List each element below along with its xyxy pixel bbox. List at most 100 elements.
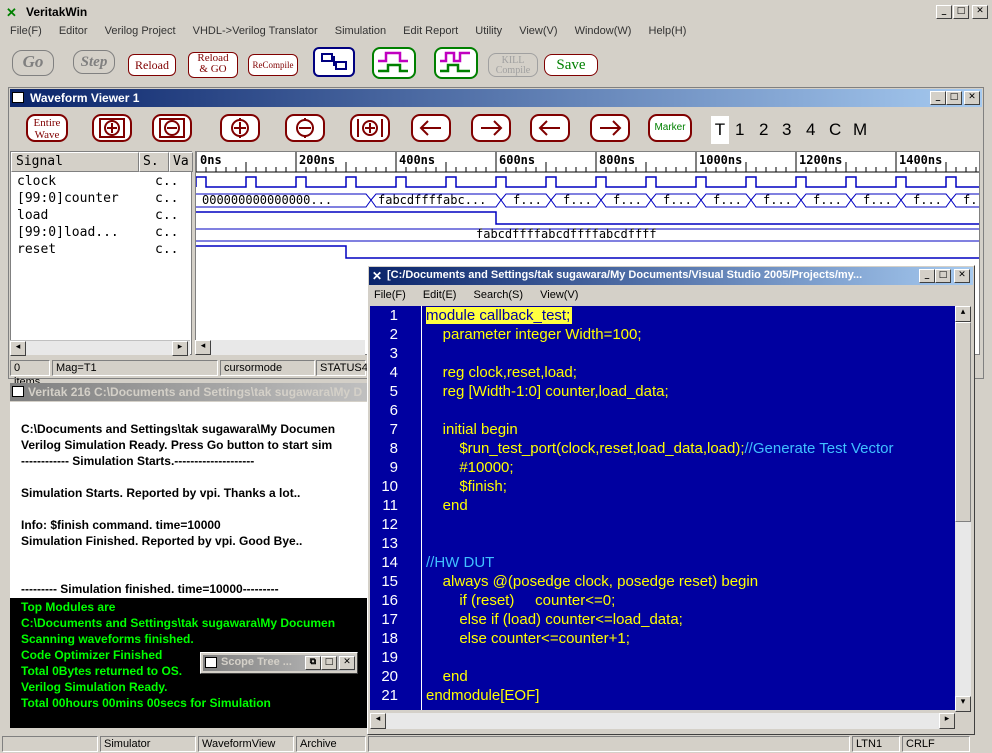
console-output[interactable]: C:\Documents and Settings\tak sugawara\M…: [10, 402, 370, 598]
letter-4-button[interactable]: 4: [806, 116, 815, 144]
ruler-label: 200ns: [299, 153, 336, 167]
letter-1-button[interactable]: 1: [735, 116, 744, 144]
editor-close-button[interactable]: ✕: [954, 269, 970, 283]
line-number: 7: [389, 421, 398, 438]
code-line[interactable]: if (reset) counter<=0;: [426, 592, 954, 609]
menu-vhdl-translator[interactable]: VHDL->Verilog Translator: [193, 25, 318, 37]
scroll-right-icon[interactable]: ▸: [939, 713, 955, 729]
letter-c-button[interactable]: C: [829, 116, 841, 144]
menu-editor[interactable]: Editor: [59, 25, 88, 37]
letter-t-button[interactable]: T: [711, 116, 729, 144]
code-line[interactable]: $finish;: [426, 478, 954, 495]
waveform-button[interactable]: [372, 47, 416, 79]
scroll-down-icon[interactable]: ▾: [955, 696, 971, 712]
waveform-minimize-button[interactable]: _: [930, 91, 946, 105]
zoom-in-button[interactable]: [220, 114, 260, 142]
recompile-button[interactable]: ReCompile: [248, 54, 298, 76]
scope-restore-button[interactable]: ⧉: [305, 656, 321, 670]
go-button[interactable]: Go: [12, 50, 54, 76]
prev-edge-button[interactable]: [411, 114, 451, 142]
signal-row[interactable]: clock: [17, 174, 56, 189]
scroll-left-icon[interactable]: ◂: [10, 341, 26, 356]
menu-simulation[interactable]: Simulation: [335, 25, 386, 37]
editor-minimize-button[interactable]: _: [919, 269, 935, 283]
counter-value: 000000000000000...: [202, 193, 333, 207]
scroll-left-icon[interactable]: ◂: [195, 340, 211, 355]
next-marker-button[interactable]: [590, 114, 630, 142]
entire-wave-button[interactable]: Entire Wave: [26, 114, 68, 142]
waveform-traces: [196, 176, 979, 259]
code-line[interactable]: else counter<=counter+1;: [426, 630, 954, 647]
code-line[interactable]: $run_test_port(clock,reset,load_data,loa…: [426, 440, 954, 457]
step-button[interactable]: Step: [73, 50, 115, 74]
code-line[interactable]: end: [426, 497, 954, 514]
waveform-maximize-button[interactable]: □: [946, 91, 962, 105]
letter-m-button[interactable]: M: [853, 116, 867, 144]
menu-view[interactable]: View(V): [519, 25, 557, 37]
editor-menu-edit[interactable]: Edit(E): [423, 289, 457, 301]
zoom-out-button[interactable]: [285, 114, 325, 142]
status-line: Total 0Bytes returned to OS.: [21, 664, 183, 678]
s-column-header: S.: [139, 152, 169, 172]
editor-menu: File(F) Edit(E) Search(S) View(V): [374, 289, 592, 301]
menu-file[interactable]: File(F): [10, 25, 42, 37]
code-line[interactable]: //HW DUT: [426, 554, 954, 571]
next-edge-button[interactable]: [471, 114, 511, 142]
zoom-out-area-button[interactable]: [152, 114, 192, 142]
scope-close-button[interactable]: ✕: [339, 656, 355, 670]
letter-2-button[interactable]: 2: [759, 116, 768, 144]
code-line[interactable]: else if (load) counter<=load_data;: [426, 611, 954, 628]
signal-row[interactable]: load: [17, 208, 48, 223]
code-line[interactable]: reg clock,reset,load;: [426, 364, 954, 381]
signal-scrollbar[interactable]: ◂ ▸: [10, 340, 190, 356]
editor-vscrollbar[interactable]: ▴ ▾: [955, 306, 971, 712]
menu-help[interactable]: Help(H): [649, 25, 687, 37]
kill-compile-button[interactable]: KILL Compile: [488, 53, 538, 77]
code-line[interactable]: endmodule[EOF]: [426, 687, 954, 704]
signal-row[interactable]: [99:0]load...: [17, 225, 119, 240]
maximize-button[interactable]: □: [953, 5, 969, 19]
close-button[interactable]: ✕: [972, 5, 988, 19]
code-line[interactable]: always @(posedge clock, posedge reset) b…: [426, 573, 954, 590]
scope-tree-window[interactable]: Scope Tree ... ⧉ □ ✕: [200, 652, 358, 674]
menu-window[interactable]: Window(W): [575, 25, 632, 37]
scroll-right-icon[interactable]: ▸: [172, 341, 188, 356]
minimize-button[interactable]: _: [936, 5, 952, 19]
scroll-thumb[interactable]: [955, 322, 971, 522]
letter-3-button[interactable]: 3: [782, 116, 791, 144]
wave-scrollbar[interactable]: ◂: [195, 340, 365, 355]
editor-hscrollbar[interactable]: ◂ ▸: [370, 713, 955, 729]
status-line: Total 00hours 00mins 00secs for Simulati…: [21, 696, 271, 710]
code-line[interactable]: parameter integer Width=100;: [426, 326, 954, 343]
code-line[interactable]: module callback_test;: [426, 307, 573, 324]
editor-maximize-button[interactable]: □: [935, 269, 951, 283]
waveform-close-button[interactable]: ✕: [964, 91, 980, 105]
save-button[interactable]: Save: [544, 54, 598, 76]
editor-menu-view[interactable]: View(V): [540, 289, 578, 301]
signal-row[interactable]: [99:0]counter: [17, 191, 119, 206]
menu-utility[interactable]: Utility: [475, 25, 502, 37]
editor-menu-search[interactable]: Search(S): [474, 289, 524, 301]
scroll-left-icon[interactable]: ◂: [370, 713, 386, 729]
prev-marker-button[interactable]: [530, 114, 570, 142]
hierarchy-button[interactable]: [313, 47, 355, 77]
menu-verilog-project[interactable]: Verilog Project: [105, 25, 176, 37]
signal-row[interactable]: reset: [17, 242, 56, 257]
waveform-add-button[interactable]: [434, 47, 478, 79]
code-line[interactable]: reg [Width-1:0] counter,load_data;: [426, 383, 954, 400]
code-line[interactable]: initial begin: [426, 421, 954, 438]
zoom-in-area-button[interactable]: [92, 114, 132, 142]
scroll-up-icon[interactable]: ▴: [955, 306, 971, 322]
zoom-in-box-icon: [99, 118, 125, 138]
editor-menu-file[interactable]: File(F): [374, 289, 406, 301]
scope-maximize-button[interactable]: □: [321, 656, 337, 670]
zoom-cursor-button[interactable]: [350, 114, 390, 142]
code-line[interactable]: end: [426, 668, 954, 685]
reload-button[interactable]: Reload: [128, 54, 176, 76]
marker-button[interactable]: Marker: [648, 114, 692, 142]
line-number: 17: [381, 611, 398, 628]
counter-value: f...: [863, 193, 892, 207]
reload-go-button[interactable]: Reload & GO: [188, 52, 238, 78]
code-line[interactable]: #10000;: [426, 459, 954, 476]
menu-edit-report[interactable]: Edit Report: [403, 25, 458, 37]
